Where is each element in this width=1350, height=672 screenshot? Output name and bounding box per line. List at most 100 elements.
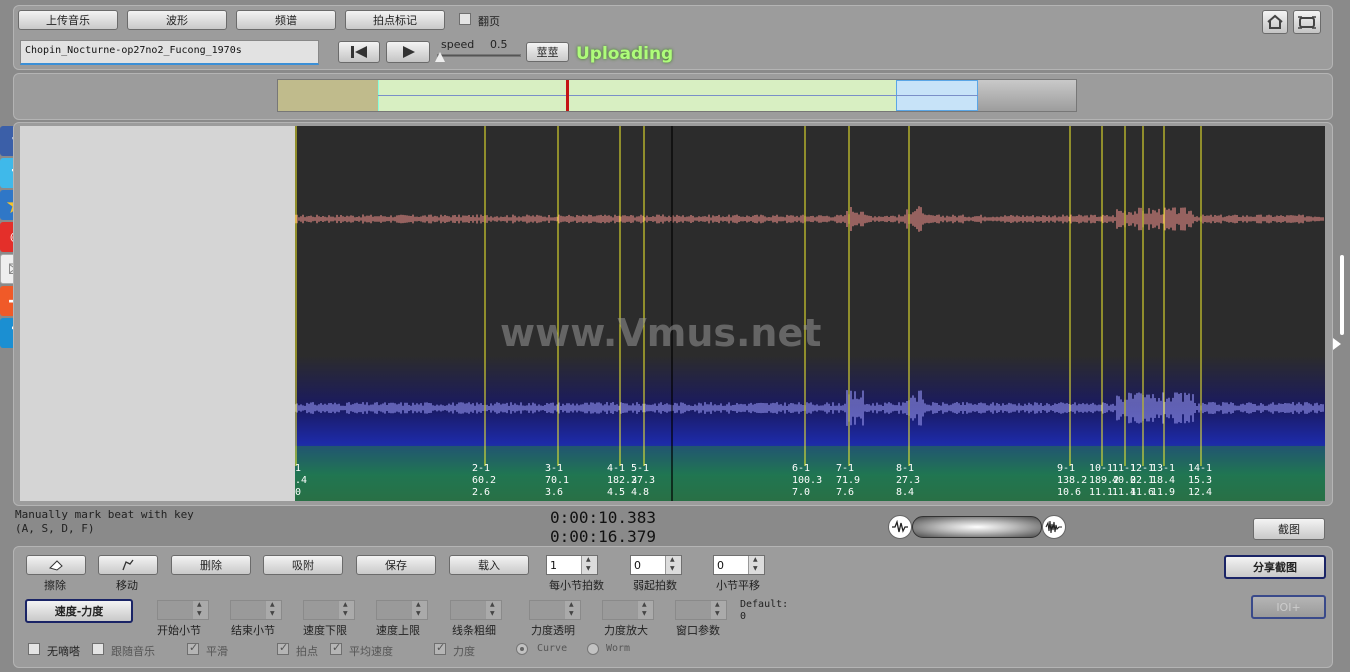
end-bar-stepper[interactable]	[230, 600, 282, 620]
overview-waveform[interactable]	[277, 79, 1077, 112]
right-scroll-handle[interactable]	[1340, 255, 1344, 335]
move-button[interactable]	[98, 555, 158, 575]
beat-label-bar: 8-1	[896, 463, 915, 474]
curve-radio[interactable]	[516, 643, 528, 655]
tempo-dynamics-button[interactable]: 速度-力度	[25, 599, 133, 623]
fine-tune-button[interactable]: 莖莖	[526, 42, 569, 62]
line-width-stepper[interactable]	[450, 600, 502, 620]
beat-label: 1-123.40.0	[295, 463, 307, 499]
tempo-max-label: 速度上限	[376, 624, 420, 637]
home-button[interactable]	[1262, 10, 1288, 34]
smooth-checkbox[interactable]	[187, 641, 199, 655]
flip-page-checkbox[interactable]	[459, 13, 471, 25]
snap-button[interactable]: 吸附	[263, 555, 343, 575]
beat-label-tempo: 18.4	[1151, 475, 1176, 486]
skip-back-icon	[351, 46, 367, 58]
delete-button[interactable]: 删除	[171, 555, 251, 575]
beat-label-tempo: 70.1	[545, 475, 570, 486]
smooth-label: 平滑	[206, 645, 228, 658]
speed-label: speed	[441, 38, 475, 51]
play-icon	[403, 46, 415, 58]
dyn-zoom-stepper[interactable]	[602, 600, 654, 620]
speed-slider-handle[interactable]	[435, 52, 445, 62]
beat-label-time: 3.6	[545, 487, 564, 498]
beat-label-tempo: 71.9	[836, 475, 861, 486]
beat-label: 6-1 100.3 7.0	[792, 463, 822, 499]
screenshot-button[interactable]: 截图	[1253, 518, 1325, 540]
beat-label: 9-1 138.2 10.6	[1057, 463, 1087, 499]
dyn-transparency-stepper[interactable]	[529, 600, 581, 620]
spectrum-button[interactable]: 频谱	[236, 10, 336, 30]
beat-point-checkbox[interactable]	[277, 641, 289, 655]
rewind-button[interactable]	[338, 41, 380, 63]
beat-label-time: 2.6	[472, 487, 491, 498]
beat-label-bar: 13-1	[1151, 463, 1176, 474]
pickup-stepper[interactable]: 0	[630, 555, 682, 575]
ioi-button[interactable]: IOI+	[1251, 595, 1326, 619]
beat-mark-button[interactable]: 拍点标记	[345, 10, 445, 30]
pickup-label: 弱起拍数	[633, 579, 677, 592]
beat-label: 2-1 60.2 2.6	[472, 463, 496, 499]
eraser-icon	[49, 560, 63, 571]
spectrogram-view[interactable]: www.Vmus.net 1-123.40.0 2-160.22.6 3-170.1…	[295, 126, 1325, 501]
follow-music-checkbox[interactable]	[92, 643, 104, 655]
speed-slider-track[interactable]	[437, 54, 521, 57]
beats-per-bar-label: 每小节拍数	[549, 579, 604, 592]
zoom-slider[interactable]	[912, 516, 1042, 538]
left-blank-area	[20, 126, 295, 501]
worm-label: Worm	[606, 643, 631, 654]
tempo-max-stepper[interactable]	[376, 600, 428, 620]
play-button[interactable]	[386, 41, 430, 63]
flip-page-label: 翻页	[478, 15, 500, 28]
beat-label-time: 8.4	[896, 487, 915, 498]
upper-waveform	[295, 206, 1324, 232]
beat-label-time: 12.4	[1188, 487, 1213, 498]
zoom-wave-large-icon[interactable]	[1042, 515, 1066, 539]
overview-playhead[interactable]	[566, 80, 569, 111]
beat-label-bar: 2-1	[472, 463, 491, 474]
home-icon	[1267, 14, 1283, 29]
share-screenshot-button[interactable]: 分享截图	[1224, 555, 1326, 579]
upload-music-button[interactable]: 上传音乐	[18, 10, 118, 30]
collapse-arrow-icon[interactable]	[1333, 338, 1341, 350]
file-name-field[interactable]: Chopin_Nocturne-op27no2_Fucong_1970s	[20, 40, 319, 65]
no-ticks-checkbox[interactable]	[28, 643, 40, 655]
beat-label-tempo: 27.3	[896, 475, 921, 486]
waveform-envelope	[295, 206, 1324, 232]
start-bar-label: 开始小节	[157, 624, 201, 637]
load-button[interactable]: 载入	[449, 555, 529, 575]
beat-label-tempo: 23.4	[295, 475, 308, 486]
waveform-button[interactable]: 波形	[127, 10, 227, 30]
upload-status: Uploading	[576, 44, 674, 64]
erase-label: 擦除	[44, 579, 66, 592]
end-bar-label: 结束小节	[231, 624, 275, 637]
move-label: 移动	[116, 579, 138, 592]
line-width-label: 线条粗细	[452, 624, 496, 637]
beat-label-tempo: 100.3	[792, 475, 823, 486]
avg-tempo-label: 平均速度	[349, 645, 393, 658]
beat-label-bar: 5-1	[631, 463, 650, 474]
dyn-transparency-label: 力度透明	[531, 624, 575, 637]
beat-label-time: 11.9	[1151, 487, 1176, 498]
avg-tempo-checkbox[interactable]	[330, 641, 342, 655]
beat-label: 3-1 70.1 3.6	[545, 463, 569, 499]
move-icon	[122, 559, 134, 571]
beat-label-tempo: 138.2	[1057, 475, 1088, 486]
beats-per-bar-stepper[interactable]: 1	[546, 555, 598, 575]
follow-music-label: 跟随音乐	[111, 645, 155, 658]
dynamics-checkbox[interactable]	[434, 641, 446, 655]
save-button[interactable]: 保存	[356, 555, 436, 575]
beat-label-time: 7.6	[836, 487, 855, 498]
beat-label: 13-1 18.4 11.9	[1151, 463, 1175, 499]
worm-radio[interactable]	[587, 643, 599, 655]
dynamics-label: 力度	[453, 645, 475, 658]
beat-label-time: 7.0	[792, 487, 811, 498]
window-param-stepper[interactable]	[675, 600, 727, 620]
bar-offset-stepper[interactable]: 0	[713, 555, 765, 575]
start-bar-stepper[interactable]	[157, 600, 209, 620]
erase-button[interactable]	[26, 555, 86, 575]
fullscreen-button[interactable]	[1293, 10, 1321, 34]
zoom-wave-small-icon[interactable]	[888, 515, 912, 539]
tempo-min-stepper[interactable]	[303, 600, 355, 620]
beat-label-time: 10.6	[1057, 487, 1082, 498]
